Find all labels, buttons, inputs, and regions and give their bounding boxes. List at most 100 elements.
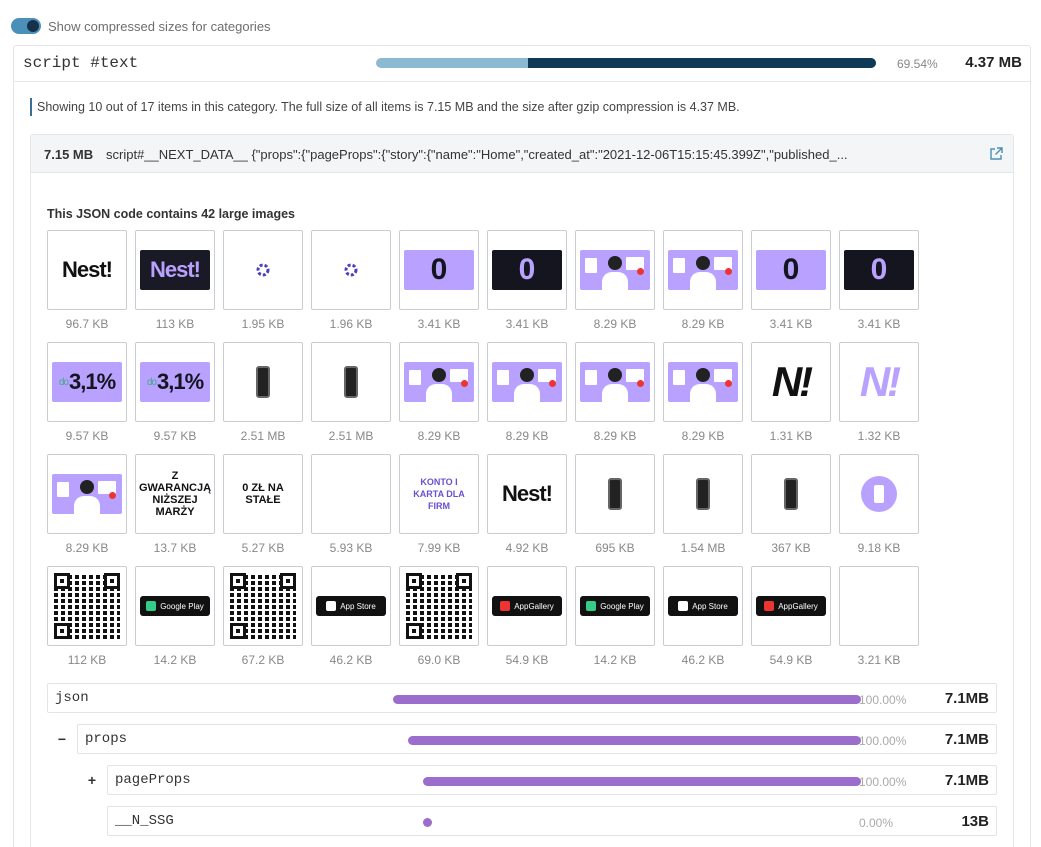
image-thumbnail[interactable]: do 3,1% [47,342,127,422]
image-thumbnail[interactable]: do 3,1% [135,342,215,422]
image-thumbnail[interactable]: AppGallery [751,566,831,646]
image-thumbnail[interactable]: Nest! [135,230,215,310]
phone-shape [608,478,622,510]
image-thumbnail[interactable] [575,342,655,422]
promo-image [580,362,650,402]
tree-row-json[interactable]: json 100.00% 7.1MB [47,683,997,713]
text-image: Z GWARANCJĄ NIŻSZEJ MARŻY [138,470,212,518]
image-thumbnail[interactable]: 0 [751,230,831,310]
tree-size: 7.1MB [944,690,989,707]
expand-icon[interactable]: + [85,772,99,788]
image-thumbnail[interactable] [47,566,127,646]
image-thumbnail[interactable] [839,566,919,646]
image-thumbnail[interactable]: Z GWARANCJĄ NIŻSZEJ MARŻY [135,454,215,534]
image-thumbnail[interactable]: Google Play [575,566,655,646]
image-thumbnail[interactable]: N! [839,342,919,422]
category-name: script #text [23,54,139,72]
category-row[interactable]: script #text 69.54% 4.37 MB [14,46,1030,82]
image-size-label: 3.41 KB [769,317,813,331]
image-size-label: 5.93 KB [329,541,373,555]
image-thumbnail[interactable]: 0 [399,230,479,310]
store-badge-image: Google Play [580,596,650,616]
image-thumbnail[interactable] [223,342,303,422]
phone-shape [344,366,358,398]
image-thumbnail[interactable]: N! [751,342,831,422]
image-size-label: 2.51 MB [328,429,374,443]
tree-row-nssg[interactable]: __N_SSG 0.00% 13B [107,806,997,836]
promo-doc [673,370,685,385]
promo-image [580,250,650,290]
image-thumbnail[interactable]: App Store [311,566,391,646]
compressed-sizes-toggle[interactable] [11,18,41,34]
image-thumbnail[interactable]: 0 ZŁ NA STAŁE [223,454,303,534]
play-icon [146,601,157,611]
phone-image [316,362,386,402]
image-size-label: 96.7 KB [65,317,109,331]
qr-code-image [406,573,472,639]
image-thumbnail[interactable] [575,454,655,534]
image-thumbnail[interactable] [663,342,743,422]
promo-dot [725,268,732,275]
collapse-icon[interactable]: − [55,731,69,747]
image-thumbnail[interactable]: Nest! [47,230,127,310]
image-thumbnail[interactable]: KONTO I KARTA DLA FIRM [399,454,479,534]
image-size-label: 8.29 KB [65,541,109,555]
image-thumbnail[interactable] [839,454,919,534]
image-thumbnail[interactable] [47,454,127,534]
store-badge-image: AppGallery [756,596,826,616]
image-size-label: 14.2 KB [593,653,637,667]
image-size-label: 8.29 KB [681,429,725,443]
toggle-knob [27,20,39,32]
qr-corner [230,623,246,639]
tree-row-props[interactable]: props 100.00% 7.1MB [77,724,997,754]
external-link-icon[interactable] [989,147,1003,161]
category-size: 4.37 MB [965,54,1022,71]
image-thumbnail[interactable] [223,230,303,310]
image-thumbnail[interactable] [487,342,567,422]
apple-icon [326,601,337,611]
image-size-label: 46.2 KB [329,653,373,667]
image-thumbnail[interactable]: 0 [487,230,567,310]
tree-size: 13B [961,813,989,830]
images-title: This JSON code contains 42 large images [47,207,296,221]
tree-percent: 100.00% [859,775,907,789]
tree-node-name: __N_SSG [115,813,174,829]
tree-row-pageprops[interactable]: pageProps 100.00% 7.1MB [107,765,997,795]
image-size-label: 1.95 KB [241,317,285,331]
image-thumbnail[interactable] [663,454,743,534]
tree-node-name: json [55,690,89,706]
compressed-sizes-toggle-row[interactable]: Show compressed sizes for categories [11,17,271,35]
image-thumbnail[interactable] [311,230,391,310]
image-size-label: 2.51 MB [240,429,286,443]
promo-person [80,480,94,494]
promo-body [602,384,628,402]
image-thumbnail[interactable]: Nest! [487,454,567,534]
qr-corner [104,573,120,589]
promo-doc [585,370,597,385]
image-thumbnail[interactable] [663,230,743,310]
promo-doc [57,482,69,497]
tree-size-bar [393,695,861,704]
image-thumbnail[interactable] [311,342,391,422]
image-thumbnail[interactable] [311,454,391,534]
blank-image [316,474,386,514]
image-thumbnail[interactable] [751,454,831,534]
image-size-label: 1.54 MB [680,541,726,555]
image-thumbnail[interactable]: App Store [663,566,743,646]
image-thumbnail[interactable]: Google Play [135,566,215,646]
image-size-label: 3.41 KB [505,317,549,331]
promo-image [492,362,562,402]
image-size-label: 113 KB [155,317,195,331]
item-header[interactable]: 7.15 MB script#__NEXT_DATA__ {"props":{"… [31,135,1013,173]
image-thumbnail[interactable]: 0 [839,230,919,310]
image-thumbnail[interactable] [223,566,303,646]
promo-image [404,362,474,402]
image-thumbnail[interactable]: AppGallery [487,566,567,646]
image-thumbnail[interactable] [399,566,479,646]
image-size-label: 54.9 KB [505,653,549,667]
rate-value: 3,1% [68,369,116,394]
image-thumbnail[interactable] [399,342,479,422]
image-thumbnail[interactable] [575,230,655,310]
spinner-icon [228,250,298,290]
image-size-label: 9.57 KB [153,429,197,443]
